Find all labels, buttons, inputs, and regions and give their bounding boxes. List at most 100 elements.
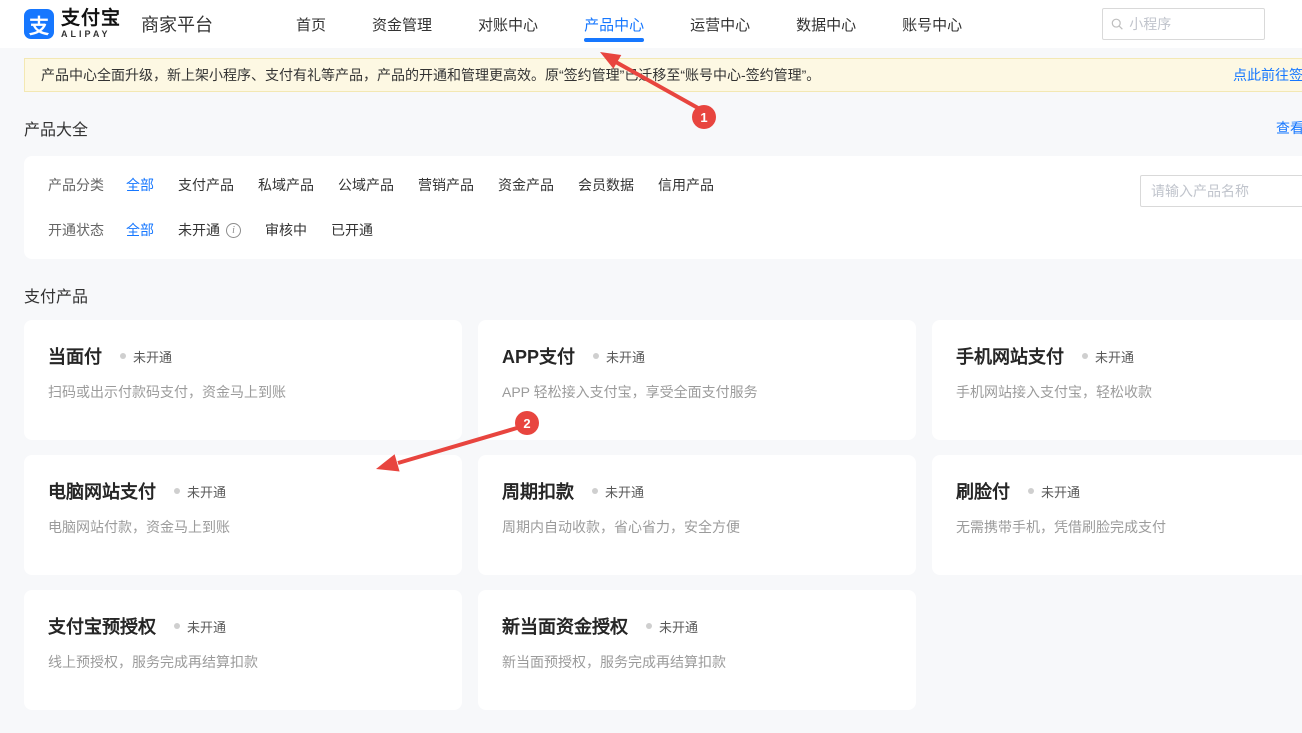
product-status: 未开通 — [646, 617, 698, 636]
alipay-logo[interactable]: 支 支付宝 ALIPAY — [24, 9, 121, 39]
filter-label: 开通状态 — [48, 220, 104, 240]
filter-option[interactable]: 信用产品 — [658, 175, 714, 195]
nav-item-6[interactable]: 数据中心 — [773, 0, 879, 48]
filter-option[interactable]: 全部 — [126, 220, 154, 240]
banner-go-link[interactable]: 点此前往签约管理 — [1233, 65, 1302, 85]
alipay-logo-icon: 支 — [24, 9, 54, 39]
status-dot-icon — [593, 353, 599, 359]
product-card[interactable]: 电脑网站支付 未开通电脑网站付款，资金马上到账 — [24, 455, 462, 575]
status-text: 未开通 — [1095, 347, 1134, 366]
status-text: 未开通 — [605, 482, 644, 501]
search-icon — [1111, 17, 1123, 31]
product-description: 手机网站接入支付宝，轻松收款 — [956, 382, 1302, 402]
filter-option-label: 支付产品 — [178, 175, 234, 195]
product-description: 新当面预授权，服务完成再结算扣款 — [502, 652, 892, 672]
upgrade-notice-banner: 产品中心全面升级，新上架小程序、支付有礼等产品，产品的开通和管理更高效。原“签约… — [24, 58, 1302, 92]
status-dot-icon — [120, 353, 126, 359]
info-circle-icon[interactable]: i — [226, 223, 241, 238]
header-search-input[interactable] — [1129, 16, 1256, 32]
product-name-search-input[interactable] — [1140, 175, 1302, 207]
nav-item-label: 首页 — [296, 14, 326, 35]
view-authorization-link[interactable]: 查看我授权 — [1276, 118, 1302, 138]
product-description: 线上预授权，服务完成再结算扣款 — [48, 652, 438, 672]
status-dot-icon — [592, 488, 598, 494]
product-name: 电脑网站支付 — [48, 478, 156, 504]
status-text: 未开通 — [1041, 482, 1080, 501]
filter-option[interactable]: 会员数据 — [578, 175, 634, 195]
status-dot-icon — [174, 488, 180, 494]
nav-item-4[interactable]: 产品中心 — [561, 0, 667, 48]
status-dot-icon — [1028, 488, 1034, 494]
brand-name-cn: 支付宝 — [61, 9, 121, 28]
section-title: 支付产品 — [24, 283, 1302, 307]
nav-item-label: 资金管理 — [372, 14, 432, 35]
status-text: 未开通 — [606, 347, 645, 366]
nav-item-2[interactable]: 资金管理 — [349, 0, 455, 48]
product-card[interactable]: 刷脸付 未开通无需携带手机，凭借刷脸完成支付 — [932, 455, 1302, 575]
nav-item-label: 账号中心 — [902, 14, 962, 35]
status-dot-icon — [174, 623, 180, 629]
header-search-box[interactable] — [1102, 8, 1265, 40]
product-status: 未开通 — [174, 617, 226, 636]
filter-option[interactable]: 资金产品 — [498, 175, 554, 195]
product-card[interactable]: 新当面资金授权 未开通新当面预授权，服务完成再结算扣款 — [478, 590, 916, 710]
product-card[interactable]: 手机网站支付 未开通手机网站接入支付宝，轻松收款 — [932, 320, 1302, 440]
status-text: 未开通 — [133, 347, 172, 366]
nav-item-label: 对账中心 — [478, 14, 538, 35]
status-text: 未开通 — [187, 482, 226, 501]
main-nav: 首页 资金管理 对账中心 产品中心 运营中心 数据中心 账号中心 — [273, 0, 985, 48]
filter-option[interactable]: 私域产品 — [258, 175, 314, 195]
filter-option[interactable]: 全部 — [126, 175, 154, 195]
filter-option-label: 全部 — [126, 220, 154, 240]
product-status: 未开通 — [174, 482, 226, 501]
product-card[interactable]: APP支付未开通APP 轻松接入支付宝，享受全面支付服务 — [478, 320, 916, 440]
product-card[interactable]: 支付宝预授权 未开通线上预授权，服务完成再结算扣款 — [24, 590, 462, 710]
filter-row-2: 开通状态 全部 未开通i 审核中 已开通 — [48, 220, 1302, 240]
nav-item-5[interactable]: 运营中心 — [667, 0, 773, 48]
product-description: 电脑网站付款，资金马上到账 — [48, 517, 438, 537]
product-name: 新当面资金授权 — [502, 613, 628, 639]
filter-label: 产品分类 — [48, 175, 104, 195]
filter-option-label: 审核中 — [265, 220, 307, 240]
filter-option[interactable]: 审核中 — [265, 220, 307, 240]
nav-item-1[interactable]: 首页 — [273, 0, 349, 48]
product-name: 周期扣款 — [502, 478, 574, 504]
product-name: 刷脸付 — [956, 478, 1010, 504]
product-status: 未开通 — [1028, 482, 1080, 501]
product-description: 扫码或出示付款码支付，资金马上到账 — [48, 382, 438, 402]
product-name: 支付宝预授权 — [48, 613, 156, 639]
filter-option[interactable]: 已开通 — [331, 220, 373, 240]
product-grid: 当面付未开通扫码或出示付款码支付，资金马上到账APP支付未开通APP 轻松接入支… — [24, 320, 1302, 710]
filter-option-label: 资金产品 — [498, 175, 554, 195]
page-title: 产品大全 — [24, 116, 88, 140]
brand-name-en: ALIPAY — [61, 30, 121, 39]
product-card[interactable]: 周期扣款 未开通周期内自动收款，省心省力，安全方便 — [478, 455, 916, 575]
filter-option[interactable]: 公域产品 — [338, 175, 394, 195]
platform-title: 商家平台 — [141, 11, 213, 37]
status-text: 未开通 — [187, 617, 226, 636]
filter-option-label: 信用产品 — [658, 175, 714, 195]
filter-option[interactable]: 营销产品 — [418, 175, 474, 195]
product-card[interactable]: 当面付 未开通扫码或出示付款码支付，资金马上到账 — [24, 320, 462, 440]
product-status: 未开通 — [592, 482, 644, 501]
active-tab-underline — [584, 38, 644, 42]
nav-item-3[interactable]: 对账中心 — [455, 0, 561, 48]
filter-option-label: 全部 — [126, 175, 154, 195]
status-text: 未开通 — [659, 617, 698, 636]
top-header: 支 支付宝 ALIPAY 商家平台 首页 资金管理 对账中心 产品中心 运营中心 数据中心… — [0, 0, 1302, 48]
filter-option-label: 营销产品 — [418, 175, 474, 195]
nav-item-label: 运营中心 — [690, 14, 750, 35]
banner-text: 产品中心全面升级，新上架小程序、支付有礼等产品，产品的开通和管理更高效。原“签约… — [41, 65, 820, 85]
status-dot-icon — [1082, 353, 1088, 359]
filter-option-label: 会员数据 — [578, 175, 634, 195]
filter-option[interactable]: 支付产品 — [178, 175, 234, 195]
product-name: 当面付 — [48, 343, 102, 369]
nav-item-label: 数据中心 — [796, 14, 856, 35]
filter-row-1: 产品分类 全部 支付产品 私域产品 公域产品 营销产品 资金产品 会员数据 信用产品 — [48, 175, 1302, 195]
nav-item-7[interactable]: 账号中心 — [879, 0, 985, 48]
filter-option[interactable]: 未开通i — [178, 220, 241, 240]
filter-option-label: 已开通 — [331, 220, 373, 240]
product-name: 手机网站支付 — [956, 343, 1064, 369]
product-description: 周期内自动收款，省心省力，安全方便 — [502, 517, 892, 537]
product-description: 无需携带手机，凭借刷脸完成支付 — [956, 517, 1302, 537]
